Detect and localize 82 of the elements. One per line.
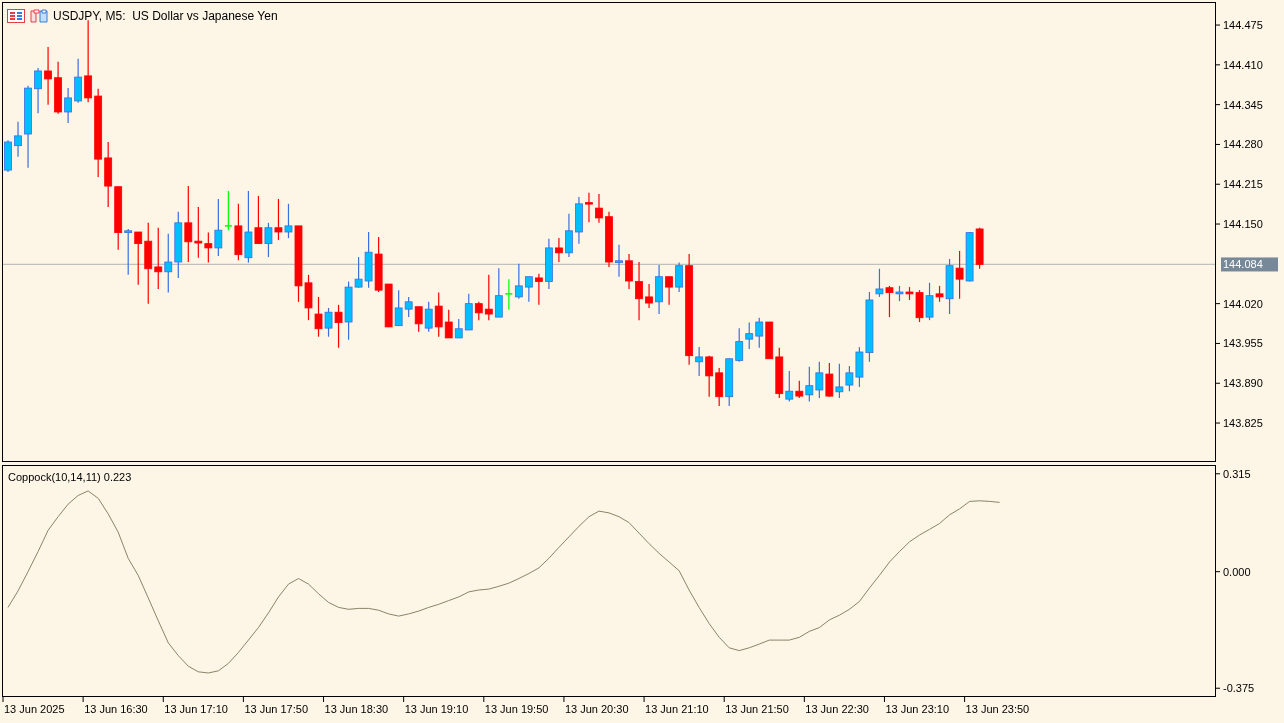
documents-icon[interactable] <box>30 9 48 23</box>
axis-label: 13 Jun 21:50 <box>725 703 789 715</box>
candlestick <box>815 361 824 399</box>
axis-label: 144.215 <box>1223 178 1263 191</box>
candlestick <box>715 367 724 407</box>
axis-label: 144.150 <box>1223 218 1263 231</box>
candlestick <box>264 222 273 258</box>
candlestick <box>645 283 653 309</box>
candlestick <box>585 192 593 223</box>
candlestick <box>4 139 12 173</box>
candlestick <box>675 262 683 293</box>
candlestick <box>835 363 844 399</box>
candlestick <box>665 276 673 306</box>
candlestick <box>114 186 123 251</box>
candlestick <box>14 121 22 158</box>
candlestick <box>174 211 183 279</box>
chart-title: USDJPY, M5: US Dollar vs Japanese Yen <box>53 9 278 23</box>
candlestick <box>64 87 72 124</box>
axis-label: 13 Jun 22:30 <box>805 703 869 715</box>
candlestick <box>605 211 613 268</box>
candlestick <box>234 203 243 261</box>
candlestick <box>755 317 764 349</box>
axis-label: 144.410 <box>1223 58 1263 71</box>
candlestick <box>414 306 423 333</box>
candlestick <box>494 267 503 318</box>
ref-line-label: 144.084 <box>1223 258 1263 271</box>
axis-label: 13 Jun 17:10 <box>164 703 228 715</box>
axis-label: 144.475 <box>1223 19 1263 32</box>
axis-label: 144.280 <box>1223 138 1263 151</box>
candlestick <box>595 193 603 224</box>
candlestick <box>514 263 523 300</box>
axis-label: 13 Jun 19:10 <box>404 703 469 715</box>
list-icon[interactable] <box>7 9 25 23</box>
axis-label: -0.375 <box>1223 682 1255 695</box>
candlestick <box>104 141 113 208</box>
axis-label: 144.345 <box>1223 98 1263 111</box>
candlestick <box>965 231 974 283</box>
candlestick <box>705 355 714 398</box>
candlestick <box>825 362 834 398</box>
candlestick <box>955 250 964 300</box>
candlestick <box>765 321 774 360</box>
candlestick <box>735 327 744 363</box>
candlestick <box>54 61 62 115</box>
candlestick <box>124 228 133 276</box>
axis-label: 143.825 <box>1223 417 1263 430</box>
axis-label: 13 Jun 2025 <box>4 703 65 715</box>
axis-label: 144.020 <box>1223 297 1263 310</box>
axis-label: 13 Jun 19:50 <box>484 703 549 715</box>
candlestick <box>154 227 163 290</box>
candlestick <box>615 244 623 278</box>
candlestick <box>725 358 734 407</box>
candlestick <box>44 46 52 106</box>
candlestick <box>535 273 543 306</box>
axis-label: 13 Jun 17:50 <box>244 703 309 715</box>
candlestick <box>975 227 984 270</box>
candlestick <box>655 264 663 315</box>
candlestick <box>625 253 633 290</box>
axis-label: 13 Jun 18:30 <box>324 703 389 715</box>
candlestick <box>524 276 533 303</box>
candlestick <box>374 236 383 293</box>
axis-label: 13 Jun 16:30 <box>84 703 148 715</box>
indicator-label: Coppock(10,14,11) 0.223 <box>8 471 132 483</box>
candlestick <box>555 237 563 263</box>
axis-label: 13 Jun 20:30 <box>564 703 629 715</box>
axis-label: 143.955 <box>1223 337 1263 350</box>
candlestick <box>274 198 283 241</box>
candlestick <box>575 196 583 245</box>
axis-label: 13 Jun 23:50 <box>965 703 1030 715</box>
candlestick <box>635 261 643 321</box>
candlestick <box>314 296 323 338</box>
candlestick <box>384 283 393 328</box>
current-price-label: 144.084 <box>1221 257 1278 272</box>
axis-label: 0.000 <box>1223 565 1251 578</box>
candlestick <box>164 233 173 294</box>
candlestick <box>745 322 754 350</box>
candlestick <box>34 67 42 114</box>
candlestick <box>545 238 553 290</box>
axis-label: 13 Jun 21:10 <box>645 703 709 715</box>
axis-label: 143.890 <box>1223 377 1263 390</box>
axis-label: 13 Jun 23:10 <box>885 703 950 715</box>
axis-label: 0.315 <box>1223 467 1251 480</box>
candlestick <box>565 213 573 258</box>
